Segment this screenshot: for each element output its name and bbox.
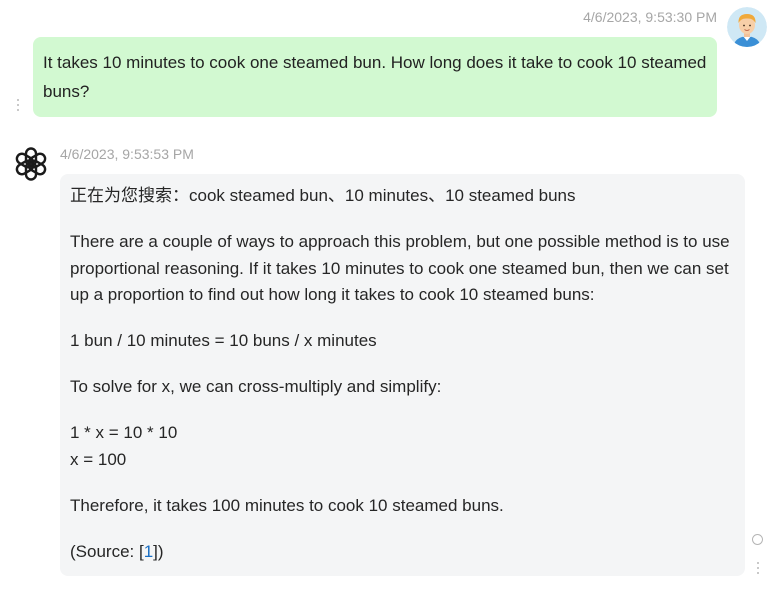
answer-paragraph-1: There are a couple of ways to approach t… bbox=[70, 232, 730, 304]
loading-circle-icon bbox=[752, 534, 763, 545]
search-status-text: 正在为您搜索：cook steamed bun、10 minutes、10 st… bbox=[70, 186, 576, 205]
answer-step-2: x = 100 bbox=[70, 449, 127, 469]
user-message-timestamp: 4/6/2023, 9:53:30 PM bbox=[583, 9, 717, 25]
menu-dot bbox=[757, 567, 760, 570]
user-message-text: It takes 10 minutes to cook one steamed … bbox=[43, 53, 707, 101]
menu-dot bbox=[757, 572, 760, 575]
menu-dot bbox=[17, 104, 20, 107]
answer-step-1: 1 * x = 10 * 10 bbox=[70, 423, 178, 442]
source-link[interactable]: 1 bbox=[144, 542, 153, 561]
user-avatar-icon[interactable] bbox=[727, 7, 767, 47]
answer-steps: 1 * x = 10 * 10 x = 100 bbox=[70, 420, 735, 473]
answer-equation: 1 bun / 10 minutes = 10 buns / x minutes bbox=[70, 331, 377, 350]
openai-logo-graphic bbox=[15, 147, 47, 181]
chat-view: 4/6/2023, 9:53:30 PM It takes 10 minutes… bbox=[0, 0, 778, 608]
menu-dot bbox=[757, 562, 760, 565]
source-prefix: (Source: [ bbox=[70, 541, 144, 561]
user-message-bubble: It takes 10 minutes to cook one steamed … bbox=[33, 37, 717, 117]
user-avatar-graphic bbox=[727, 7, 767, 47]
answer-conclusion: Therefore, it takes 100 minutes to cook … bbox=[70, 495, 504, 515]
assistant-message-bubble: 正在为您搜索：cook steamed bun、10 minutes、10 st… bbox=[60, 174, 745, 576]
assistant-message-timestamp: 4/6/2023, 9:53:53 PM bbox=[60, 146, 194, 162]
assistant-message-more-vertical-icon[interactable] bbox=[753, 560, 763, 576]
openai-logo-icon bbox=[12, 145, 50, 183]
source-suffix: ]) bbox=[153, 541, 164, 561]
user-message-more-vertical-icon[interactable] bbox=[13, 97, 23, 113]
menu-dot bbox=[17, 109, 20, 112]
answer-source: (Source: [1]) bbox=[70, 539, 735, 566]
answer-paragraph-2: To solve for x, we can cross-multiply an… bbox=[70, 377, 442, 396]
menu-dot bbox=[17, 99, 20, 102]
